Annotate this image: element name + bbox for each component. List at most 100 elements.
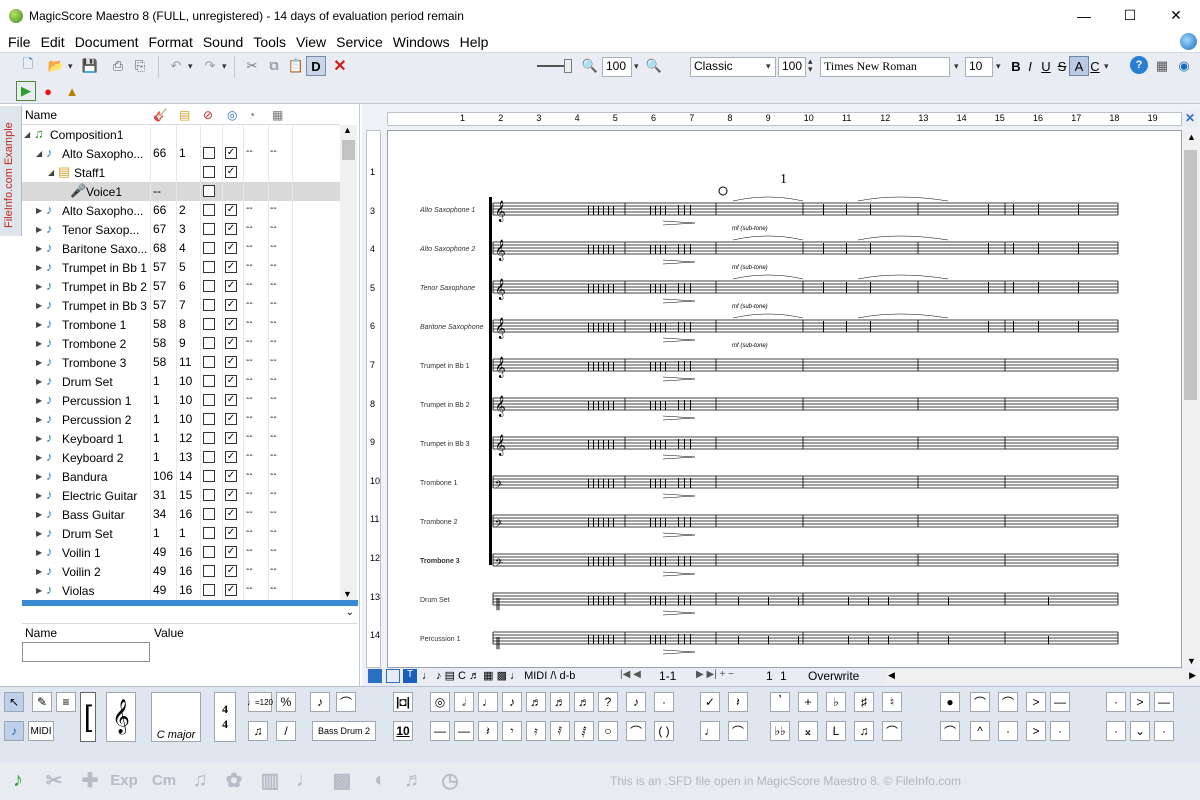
expand-arrow-icon[interactable]: ▶ (36, 339, 42, 348)
palette-symbol-icon[interactable]: ♭♭ (770, 721, 790, 741)
mute-checkbox[interactable] (203, 356, 215, 368)
expand-arrow-icon[interactable]: ▶ (36, 225, 42, 234)
mute-checkbox[interactable] (203, 204, 215, 216)
chevron-down-icon[interactable]: ▾ (996, 61, 1001, 72)
palette-symbol-icon[interactable]: ♫ (854, 721, 874, 741)
delete-icon[interactable]: ✕ (330, 56, 350, 76)
chord-icon[interactable]: Cm (150, 766, 178, 794)
palette-symbol-icon[interactable]: ⌄ (1130, 721, 1150, 741)
palette-symbol-icon[interactable]: ⌒ (940, 721, 960, 741)
expand-arrow-icon[interactable]: ▶ (36, 510, 42, 519)
chevron-down-icon[interactable]: ▾ (188, 61, 193, 72)
clock-icon[interactable]: ◷ (436, 766, 464, 794)
menu-file[interactable]: File (3, 34, 36, 50)
menu-sound[interactable]: Sound (198, 34, 248, 50)
copy-icon[interactable]: ⧉ (264, 56, 284, 76)
tempo-change-icon[interactable]: ♫ (248, 721, 268, 741)
mute-checkbox[interactable] (203, 489, 215, 501)
d-button[interactable]: D (306, 56, 326, 76)
visible-checkbox[interactable]: ✓ (225, 204, 237, 216)
visible-checkbox[interactable]: ✓ (225, 394, 237, 406)
chevron-down-icon[interactable]: ▾ (766, 61, 771, 72)
grace-note-icon[interactable]: ♪ (310, 692, 330, 712)
visible-checkbox[interactable]: ✓ (225, 375, 237, 387)
play-score-icon[interactable]: ▶ (16, 81, 36, 101)
music-icon[interactable]: ♬ (400, 766, 428, 794)
palette-symbol-icon[interactable]: · (1050, 721, 1070, 741)
percent-icon[interactable]: % (276, 692, 296, 712)
palette-symbol-icon[interactable]: ♭ (826, 692, 846, 712)
palette-symbol-icon[interactable]: 𝅗𝅥 (454, 692, 474, 712)
palette-symbol-icon[interactable]: 𝄾 (502, 721, 522, 741)
visible-checkbox[interactable]: ✓ (225, 527, 237, 539)
collapse-arrow-icon[interactable]: ◢ (24, 130, 30, 139)
slur-icon[interactable]: ⌒ (336, 692, 356, 712)
palette-icon[interactable]: ✿ (220, 766, 248, 794)
text-color-button[interactable]: C (1085, 56, 1105, 76)
palette-symbol-icon[interactable]: ♩ (478, 692, 498, 712)
font-size-input[interactable]: 10 (965, 57, 993, 77)
volume-column-icon[interactable]: ◔ (248, 108, 255, 122)
palette-symbol-icon[interactable]: 𝅁 (574, 721, 594, 741)
drum-icon[interactable]: ▩ (328, 766, 356, 794)
new-document-icon[interactable]: 🗋 (18, 56, 38, 76)
menu-document[interactable]: Document (70, 34, 144, 50)
expand-arrow-icon[interactable]: ▶ (36, 472, 42, 481)
print-icon[interactable]: ⎙ (108, 56, 128, 76)
mute-checkbox[interactable] (203, 185, 215, 197)
layout-column-icon[interactable]: ▦ (272, 108, 283, 122)
ten-button[interactable]: 10 (393, 721, 413, 741)
zoom-input[interactable]: 100 (602, 57, 632, 77)
instrument-select[interactable]: Bass Drum 2 (312, 721, 376, 741)
size-percent-input[interactable]: 100 (778, 57, 806, 77)
palette-symbol-icon[interactable]: — (1154, 692, 1174, 712)
midi-button[interactable]: MIDI (28, 721, 54, 741)
palette-symbol-icon[interactable]: · (1154, 721, 1174, 741)
palette-symbol-icon[interactable]: ⌒ (970, 692, 990, 712)
view-mode-icon[interactable] (368, 669, 382, 683)
visible-checkbox[interactable]: ✓ (225, 356, 237, 368)
palette-symbol-icon[interactable]: ⌒ (882, 721, 902, 741)
line-icon[interactable]: / (276, 721, 296, 741)
palette-symbol-icon[interactable]: ? (598, 692, 618, 712)
help-icon[interactable]: ? (1130, 56, 1148, 74)
side-tab[interactable]: FileInfo.com Example (0, 106, 22, 236)
font-select[interactable]: Times New Roman (820, 57, 950, 77)
palette-symbol-icon[interactable]: ( ) (654, 721, 674, 741)
open-folder-icon[interactable]: 📂 (46, 56, 66, 76)
menu-edit[interactable]: Edit (36, 34, 70, 50)
palette-symbol-icon[interactable]: — (430, 721, 450, 741)
mute-checkbox[interactable] (203, 451, 215, 463)
time-signature-button[interactable]: 44 (214, 692, 236, 742)
visible-checkbox[interactable]: ✓ (225, 508, 237, 520)
mute-checkbox[interactable] (203, 318, 215, 330)
visible-checkbox[interactable]: ✓ (225, 242, 237, 254)
palette-symbol-icon[interactable]: · (998, 721, 1018, 741)
close-button[interactable]: ✕ (1153, 0, 1199, 31)
mute-checkbox[interactable] (203, 147, 215, 159)
instrument-column-icon[interactable]: 🎸 (153, 108, 168, 122)
mute-checkbox[interactable] (203, 565, 215, 577)
tempo-button[interactable]: ♩=120 (247, 692, 273, 712)
expand-arrow-icon[interactable]: ▶ (36, 434, 42, 443)
chevron-down-icon[interactable]: ▾ (634, 61, 639, 72)
palette-symbol-icon[interactable]: > (1130, 692, 1150, 712)
bracket-icon[interactable]: [ (80, 692, 96, 742)
palette-symbol-icon[interactable]: ♮ (882, 692, 902, 712)
expand-arrow-icon[interactable]: ▶ (36, 415, 42, 424)
record-icon[interactable]: ● (38, 81, 58, 101)
palette-symbol-icon[interactable]: > (1026, 721, 1046, 741)
palette-symbol-icon[interactable]: 𝄪 (798, 721, 818, 741)
mute-checkbox[interactable] (203, 375, 215, 387)
score-page[interactable]: 1 Alto Saxophone 1 𝄞 mf (sub-tone) Alto Saxo… (387, 130, 1182, 668)
expand-arrow-icon[interactable]: ▶ (36, 244, 42, 253)
mute-checkbox[interactable] (203, 166, 215, 178)
style-select[interactable]: Classic (690, 57, 776, 77)
palette-symbol-icon[interactable]: + (798, 692, 818, 712)
key-signature-button[interactable]: C major (151, 692, 201, 742)
expand-arrow-icon[interactable]: ▶ (36, 206, 42, 215)
expand-arrow-icon[interactable]: ▶ (36, 586, 42, 595)
palette-symbol-icon[interactable]: ○ (598, 721, 618, 741)
mute-checkbox[interactable] (203, 337, 215, 349)
undo-icon[interactable]: ↶ (166, 56, 186, 76)
